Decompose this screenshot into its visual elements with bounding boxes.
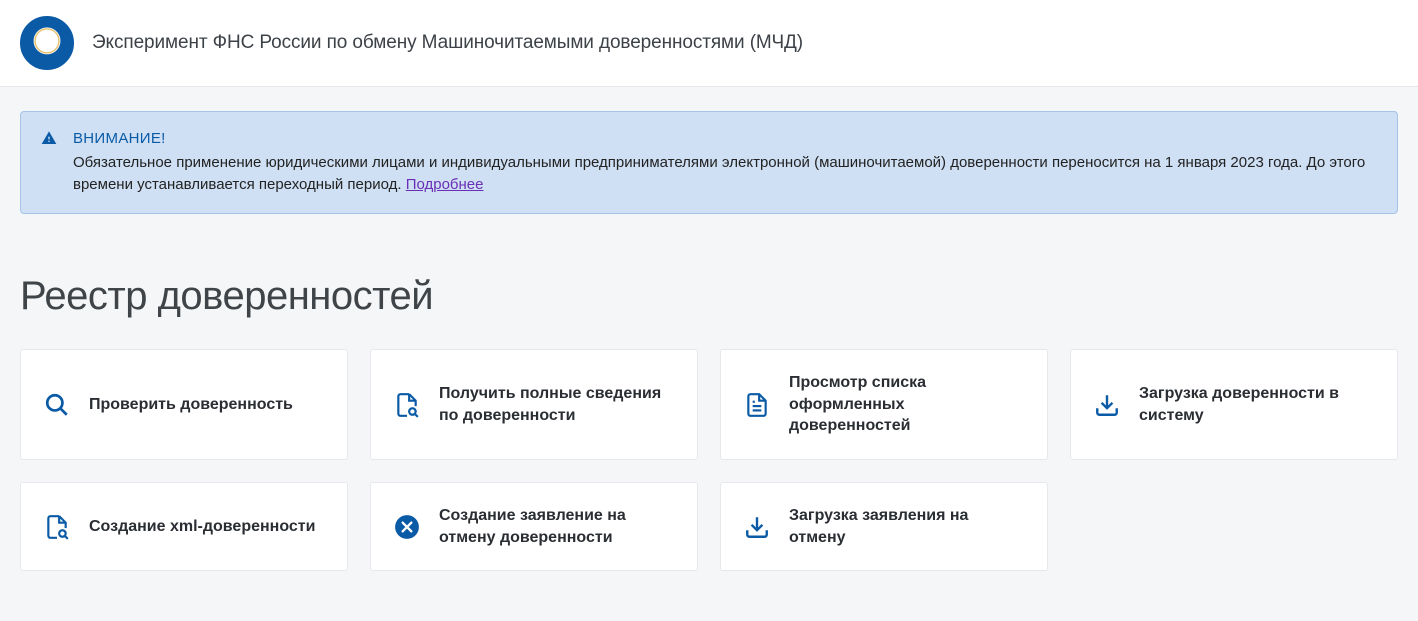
upload-revoke-card[interactable]: Загрузка заявления на отмену (720, 482, 1048, 571)
check-poa-card[interactable]: Проверить доверенность (20, 349, 348, 460)
doc-search-icon (393, 391, 421, 419)
card-label: Создание заявление на отмену доверенност… (439, 505, 675, 548)
card-label: Загрузка доверенности в систему (1139, 383, 1375, 426)
alert-text: Обязательное применение юридическими лиц… (73, 154, 1365, 193)
upload-poa-card[interactable]: Загрузка доверенности в систему (1070, 349, 1398, 460)
card-label: Получить полные сведения по доверенности (439, 383, 675, 426)
create-revoke-card[interactable]: Создание заявление на отмену доверенност… (370, 482, 698, 571)
action-cards: Проверить доверенность Получить полные св… (20, 349, 1398, 571)
app-title: Эксперимент ФНС России по обмену Машиноч… (92, 32, 803, 54)
app-header: Эксперимент ФНС России по обмену Машиноч… (0, 0, 1418, 87)
create-xml-card[interactable]: Создание xml-доверенности (20, 482, 348, 571)
alert-more-link[interactable]: Подробнее (406, 176, 484, 193)
card-label: Загрузка заявления на отмену (789, 505, 1025, 548)
page-title: Реестр доверенностей (20, 274, 1398, 319)
card-label: Создание xml-доверенности (89, 516, 315, 538)
alert-title: ВНИМАНИЕ! (73, 128, 1377, 150)
alert-body: ВНИМАНИЕ! Обязательное применение юридич… (73, 128, 1377, 195)
download-icon (1093, 391, 1121, 419)
main-content: ВНИМАНИЕ! Обязательное применение юридич… (0, 87, 1418, 611)
doc-lines-icon (743, 391, 771, 419)
attention-alert: ВНИМАНИЕ! Обязательное применение юридич… (20, 111, 1398, 214)
fns-logo (20, 16, 74, 70)
get-full-info-card[interactable]: Получить полные сведения по доверенности (370, 349, 698, 460)
magnify-icon (43, 391, 71, 419)
card-label: Просмотр списка оформленных доверенносте… (789, 372, 1025, 437)
warning-icon (41, 130, 57, 151)
cancel-circle-icon (393, 513, 421, 541)
card-label: Проверить доверенность (89, 394, 293, 416)
view-list-card[interactable]: Просмотр списка оформленных доверенносте… (720, 349, 1048, 460)
download-icon (743, 513, 771, 541)
doc-search-icon (43, 513, 71, 541)
